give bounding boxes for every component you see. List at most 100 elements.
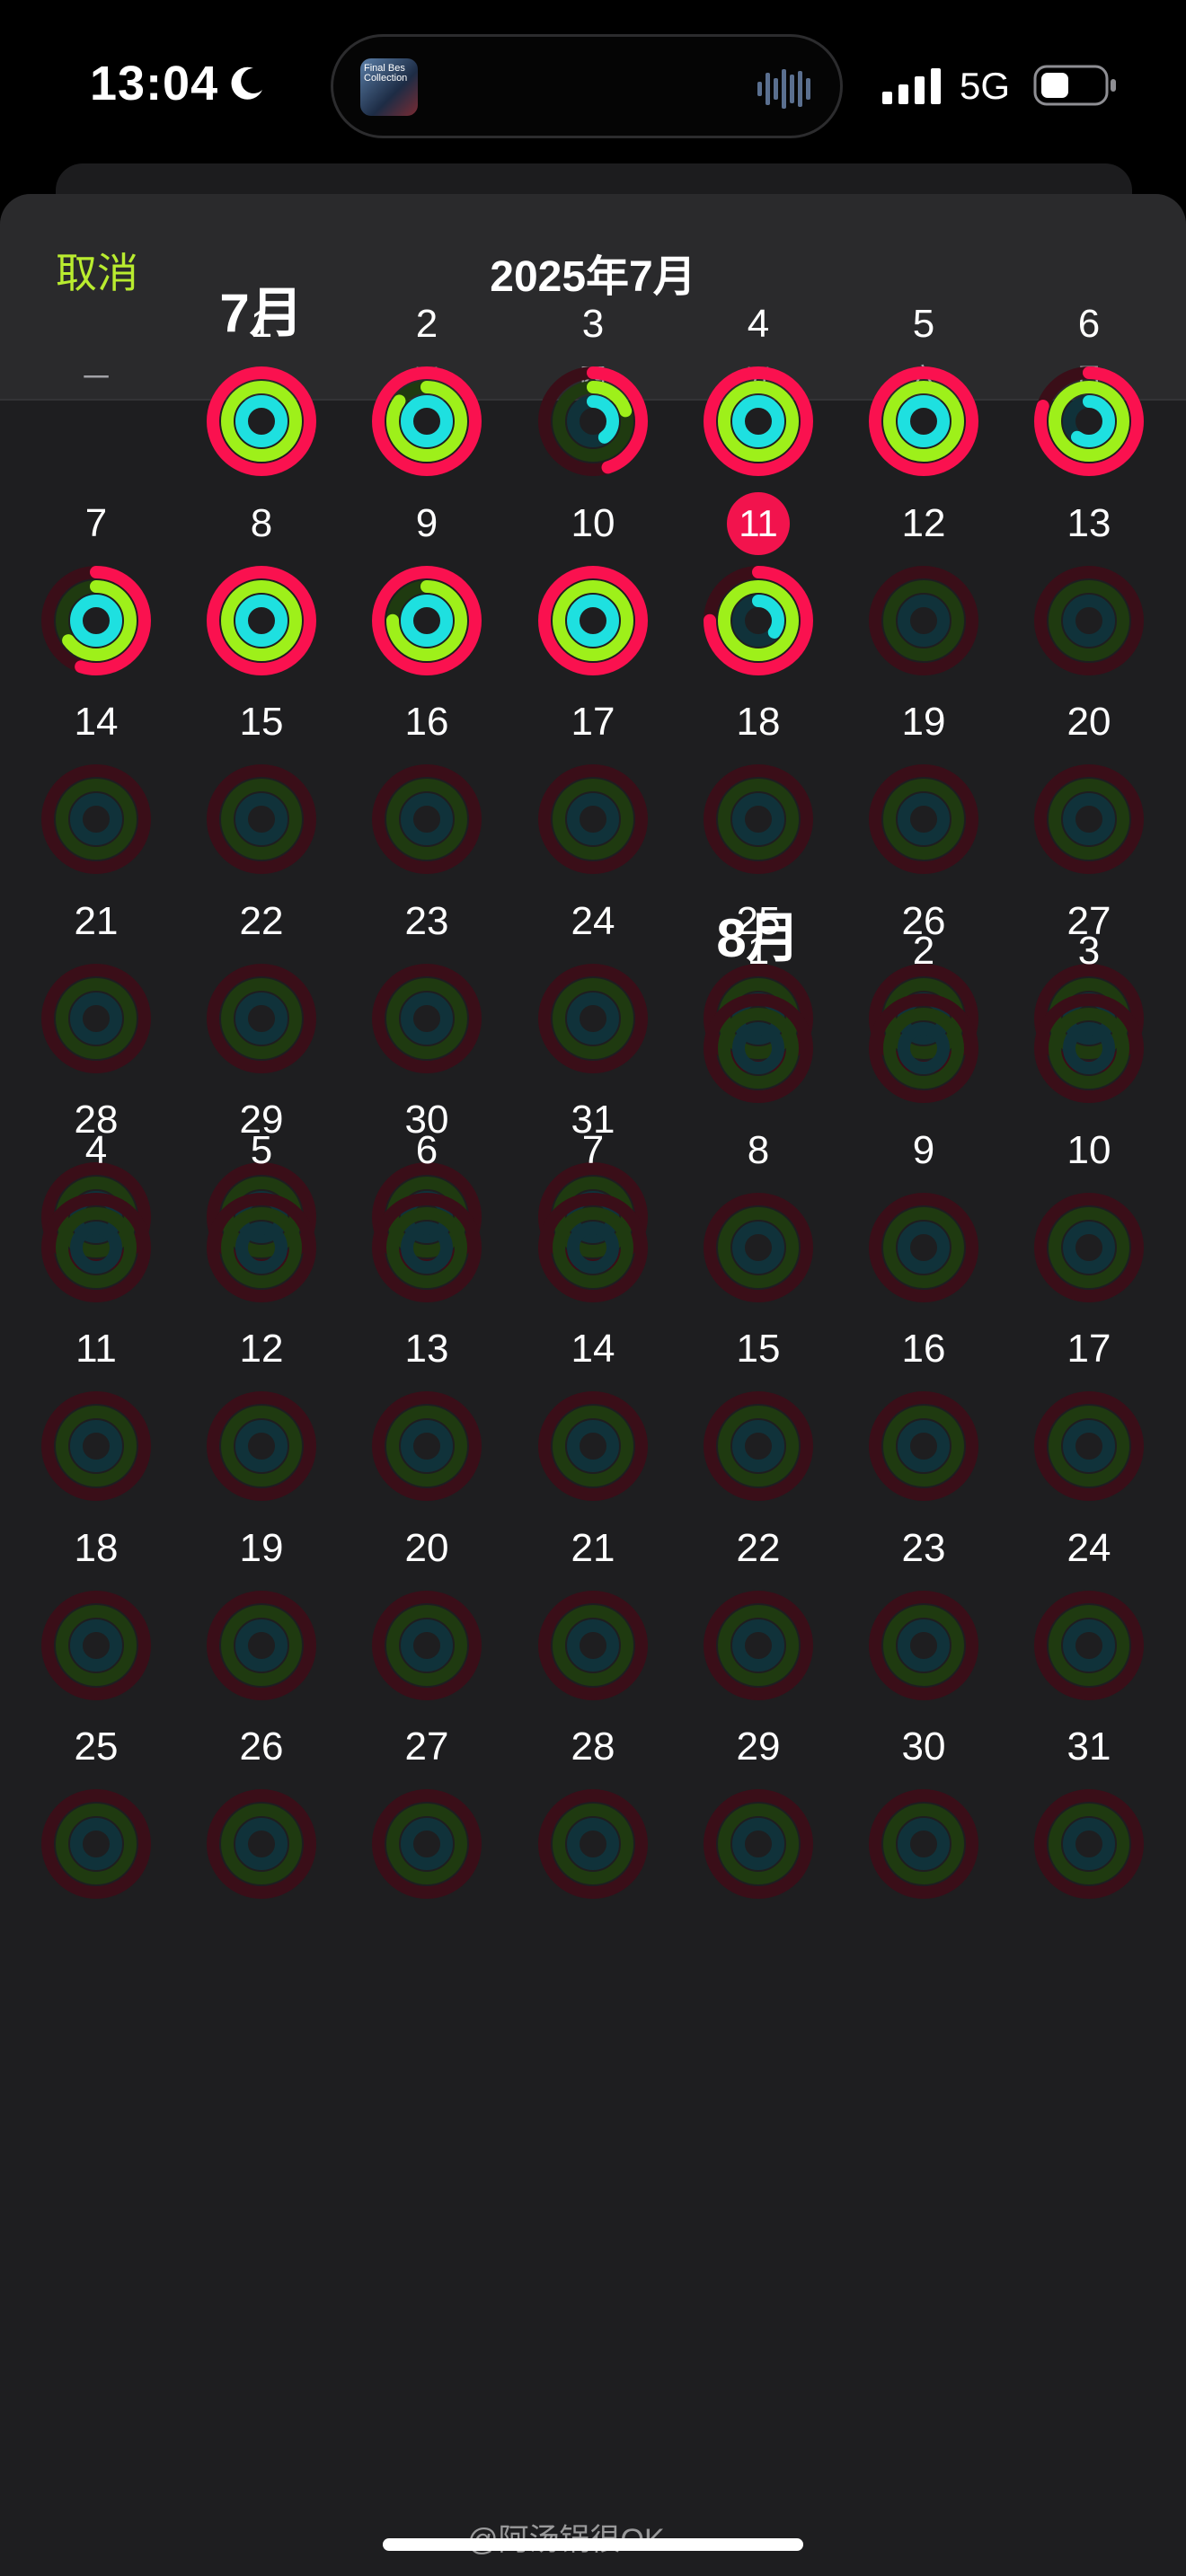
day-number[interactable]: 21 (539, 1526, 647, 1571)
day-number[interactable]: 9 (373, 501, 481, 546)
day-number[interactable]: 16 (870, 1327, 978, 1372)
activity-rings-icon[interactable] (370, 1389, 483, 1503)
activity-rings-icon[interactable] (867, 992, 980, 1105)
day-number[interactable]: 31 (1035, 1725, 1143, 1769)
day-number[interactable]: 18 (42, 1526, 150, 1571)
day-number[interactable]: 6 (373, 1128, 481, 1173)
activity-rings-icon[interactable] (205, 1589, 318, 1702)
activity-rings-icon[interactable] (702, 1589, 815, 1702)
day-number[interactable]: 20 (1035, 700, 1143, 745)
activity-rings-icon[interactable] (205, 1787, 318, 1901)
day-number[interactable]: 1 (208, 302, 315, 347)
day-number[interactable]: 2 (373, 302, 481, 347)
day-number[interactable]: 17 (539, 700, 647, 745)
activity-rings-icon[interactable] (40, 564, 153, 677)
activity-rings-icon[interactable] (205, 365, 318, 478)
day-number[interactable]: 15 (704, 1327, 812, 1372)
activity-rings-icon[interactable] (205, 1191, 318, 1304)
day-number[interactable]: 7 (42, 501, 150, 546)
activity-rings-icon[interactable] (536, 564, 650, 677)
day-number[interactable]: 1 (704, 929, 812, 974)
day-number[interactable]: 10 (1035, 1128, 1143, 1173)
day-number[interactable]: 14 (539, 1327, 647, 1372)
activity-rings-icon[interactable] (370, 962, 483, 1075)
activity-rings-icon[interactable] (1032, 1589, 1146, 1702)
activity-rings-icon[interactable] (370, 1589, 483, 1702)
day-number[interactable]: 27 (373, 1725, 481, 1769)
activity-rings-icon[interactable] (702, 992, 815, 1105)
activity-rings-icon[interactable] (867, 1589, 980, 1702)
day-number[interactable]: 21 (42, 899, 150, 944)
activity-rings-icon[interactable] (702, 763, 815, 876)
album-art[interactable]: Final Bes Collection (360, 58, 418, 116)
day-number[interactable]: 9 (870, 1128, 978, 1173)
activity-rings-icon[interactable] (205, 763, 318, 876)
day-number[interactable]: 12 (870, 501, 978, 546)
activity-rings-icon[interactable] (702, 1787, 815, 1901)
day-number[interactable]: 3 (539, 302, 647, 347)
activity-rings-icon[interactable] (536, 1191, 650, 1304)
activity-rings-icon[interactable] (205, 564, 318, 677)
day-number[interactable]: 13 (1035, 501, 1143, 546)
activity-rings-icon[interactable] (205, 962, 318, 1075)
day-number[interactable]: 22 (704, 1526, 812, 1571)
activity-rings-icon[interactable] (867, 763, 980, 876)
day-number[interactable]: 19 (870, 700, 978, 745)
day-number[interactable]: 11 (42, 1327, 150, 1372)
day-number[interactable]: 23 (373, 899, 481, 944)
day-number[interactable]: 15 (208, 700, 315, 745)
day-number[interactable]: 10 (539, 501, 647, 546)
day-number[interactable]: 18 (704, 700, 812, 745)
activity-rings-icon[interactable] (867, 564, 980, 677)
day-number[interactable]: 22 (208, 899, 315, 944)
activity-rings-icon[interactable] (1032, 564, 1146, 677)
day-number[interactable]: 14 (42, 700, 150, 745)
day-number[interactable]: 29 (704, 1725, 812, 1769)
day-number[interactable]: 5 (870, 302, 978, 347)
day-number[interactable]: 24 (539, 899, 647, 944)
day-number[interactable]: 23 (870, 1526, 978, 1571)
activity-rings-icon[interactable] (867, 1787, 980, 1901)
activity-rings-icon[interactable] (1032, 365, 1146, 478)
day-number[interactable]: 13 (373, 1327, 481, 1372)
day-number[interactable]: 4 (42, 1128, 150, 1173)
activity-rings-icon[interactable] (40, 763, 153, 876)
activity-rings-icon[interactable] (370, 1787, 483, 1901)
activity-rings-icon[interactable] (536, 1589, 650, 1702)
activity-rings-icon[interactable] (536, 1787, 650, 1901)
activity-rings-icon[interactable] (40, 1589, 153, 1702)
activity-rings-icon[interactable] (1032, 1787, 1146, 1901)
activity-rings-icon[interactable] (867, 1191, 980, 1304)
day-number[interactable]: 30 (870, 1725, 978, 1769)
activity-rings-icon[interactable] (1032, 1389, 1146, 1503)
activity-rings-icon[interactable] (370, 564, 483, 677)
activity-rings-icon[interactable] (536, 962, 650, 1075)
day-number[interactable]: 6 (1035, 302, 1143, 347)
day-number[interactable]: 16 (373, 700, 481, 745)
day-number[interactable]: 3 (1035, 929, 1143, 974)
activity-rings-icon[interactable] (1032, 992, 1146, 1105)
activity-rings-icon[interactable] (702, 564, 815, 677)
activity-rings-icon[interactable] (40, 962, 153, 1075)
activity-rings-icon[interactable] (867, 1389, 980, 1503)
activity-rings-icon[interactable] (370, 763, 483, 876)
activity-rings-icon[interactable] (1032, 763, 1146, 876)
activity-rings-icon[interactable] (867, 365, 980, 478)
activity-rings-icon[interactable] (702, 365, 815, 478)
day-number[interactable]: 28 (539, 1725, 647, 1769)
activity-rings-icon[interactable] (702, 1191, 815, 1304)
activity-rings-icon[interactable] (40, 1389, 153, 1503)
day-number[interactable]: 7 (539, 1128, 647, 1173)
day-number[interactable]: 17 (1035, 1327, 1143, 1372)
day-number[interactable]: 24 (1035, 1526, 1143, 1571)
activity-rings-icon[interactable] (370, 1191, 483, 1304)
day-number[interactable]: 19 (208, 1526, 315, 1571)
day-number[interactable]: 5 (208, 1128, 315, 1173)
day-number[interactable]: 12 (208, 1327, 315, 1372)
activity-rings-icon[interactable] (1032, 1191, 1146, 1304)
day-number[interactable]: 2 (870, 929, 978, 974)
activity-rings-icon[interactable] (536, 1389, 650, 1503)
activity-rings-icon[interactable] (40, 1787, 153, 1901)
activity-rings-icon[interactable] (536, 365, 650, 478)
activity-rings-icon[interactable] (370, 365, 483, 478)
